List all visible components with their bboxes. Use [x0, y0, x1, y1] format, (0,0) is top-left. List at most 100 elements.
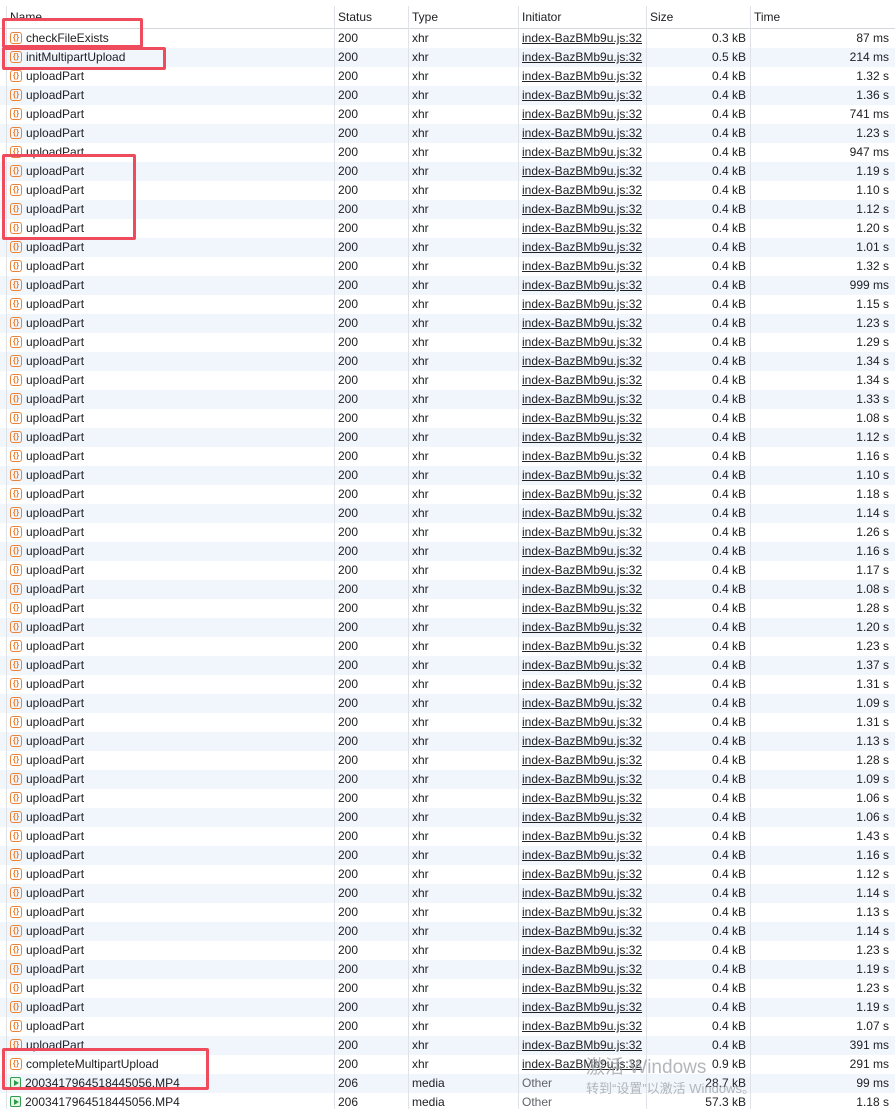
table-row[interactable]: {} uploadPart 200 xhr index-BazBMb9u.js:32 0.… [0, 219, 895, 238]
initiator-cell-text[interactable]: index-BazBMb9u.js:32 [522, 183, 642, 197]
initiator-cell[interactable]: index-BazBMb9u.js:32 [518, 827, 646, 846]
initiator-cell[interactable]: index-BazBMb9u.js:32 [518, 371, 646, 390]
initiator-cell-text[interactable]: index-BazBMb9u.js:32 [522, 145, 642, 159]
request-name-cell[interactable]: {} uploadPart [6, 580, 334, 599]
table-row[interactable]: {} uploadPart 200 xhr index-BazBMb9u.js:32 0.… [0, 998, 895, 1017]
request-name-cell[interactable]: {} uploadPart [6, 618, 334, 637]
initiator-cell[interactable]: index-BazBMb9u.js:32 [518, 561, 646, 580]
initiator-cell-text[interactable]: index-BazBMb9u.js:32 [522, 601, 642, 615]
table-row[interactable]: {} uploadPart 200 xhr index-BazBMb9u.js:32 0.… [0, 200, 895, 219]
initiator-cell[interactable]: index-BazBMb9u.js:32 [518, 846, 646, 865]
initiator-cell[interactable]: index-BazBMb9u.js:32 [518, 903, 646, 922]
initiator-cell-text[interactable]: index-BazBMb9u.js:32 [522, 430, 642, 444]
initiator-cell-text[interactable]: index-BazBMb9u.js:32 [522, 31, 642, 45]
request-name-cell[interactable]: {} uploadPart [6, 656, 334, 675]
request-name-cell[interactable]: {} uploadPart [6, 675, 334, 694]
initiator-cell[interactable]: index-BazBMb9u.js:32 [518, 1055, 646, 1074]
initiator-cell-text[interactable]: index-BazBMb9u.js:32 [522, 164, 642, 178]
table-row[interactable]: {} uploadPart 200 xhr index-BazBMb9u.js:32 0.… [0, 504, 895, 523]
initiator-cell[interactable]: index-BazBMb9u.js:32 [518, 1017, 646, 1036]
request-name-cell[interactable]: {} uploadPart [6, 485, 334, 504]
initiator-cell-text[interactable]: index-BazBMb9u.js:32 [522, 772, 642, 786]
initiator-cell-text[interactable]: index-BazBMb9u.js:32 [522, 753, 642, 767]
initiator-cell[interactable]: index-BazBMb9u.js:32 [518, 181, 646, 200]
table-row[interactable]: {} uploadPart 200 xhr index-BazBMb9u.js:32 0.… [0, 1036, 895, 1055]
initiator-cell-text[interactable]: index-BazBMb9u.js:32 [522, 449, 642, 463]
initiator-cell-text[interactable]: index-BazBMb9u.js:32 [522, 943, 642, 957]
table-row[interactable]: {} completeMultipartUpload 200 xhr index-Baz… [0, 1055, 895, 1074]
table-row[interactable]: {} uploadPart 200 xhr index-BazBMb9u.js:32 0.… [0, 276, 895, 295]
initiator-cell-text[interactable]: index-BazBMb9u.js:32 [522, 563, 642, 577]
table-row[interactable]: {} uploadPart 200 xhr index-BazBMb9u.js:32 0.… [0, 86, 895, 105]
initiator-cell[interactable]: index-BazBMb9u.js:32 [518, 409, 646, 428]
request-name-cell[interactable]: {} uploadPart [6, 86, 334, 105]
table-row[interactable]: {} uploadPart 200 xhr index-BazBMb9u.js:32 0.… [0, 865, 895, 884]
initiator-cell[interactable]: index-BazBMb9u.js:32 [518, 713, 646, 732]
request-name-cell[interactable]: 2003417964518445056.MP4 [6, 1074, 334, 1093]
request-name-cell[interactable]: {} uploadPart [6, 390, 334, 409]
initiator-cell-text[interactable]: index-BazBMb9u.js:32 [522, 962, 642, 976]
initiator-cell[interactable]: index-BazBMb9u.js:32 [518, 162, 646, 181]
request-name-cell[interactable]: {} uploadPart [6, 542, 334, 561]
request-name-cell[interactable]: {} uploadPart [6, 808, 334, 827]
column-header-time[interactable]: Time [750, 6, 895, 28]
initiator-cell[interactable]: index-BazBMb9u.js:32 [518, 998, 646, 1017]
table-row[interactable]: {} uploadPart 200 xhr index-BazBMb9u.js:32 0.… [0, 428, 895, 447]
initiator-cell-text[interactable]: index-BazBMb9u.js:32 [522, 468, 642, 482]
table-row[interactable]: {} uploadPart 200 xhr index-BazBMb9u.js:32 0.… [0, 656, 895, 675]
request-name-cell[interactable]: {} uploadPart [6, 979, 334, 998]
request-name-cell[interactable]: {} uploadPart [6, 941, 334, 960]
initiator-cell-text[interactable]: index-BazBMb9u.js:32 [522, 126, 642, 140]
initiator-cell-text[interactable]: index-BazBMb9u.js:32 [522, 810, 642, 824]
initiator-cell-text[interactable]: index-BazBMb9u.js:32 [522, 525, 642, 539]
initiator-cell[interactable]: index-BazBMb9u.js:32 [518, 523, 646, 542]
initiator-cell-text[interactable]: index-BazBMb9u.js:32 [522, 1038, 642, 1052]
request-name-cell[interactable]: {} uploadPart [6, 409, 334, 428]
request-name-cell[interactable]: {} uploadPart [6, 713, 334, 732]
table-row[interactable]: {} uploadPart 200 xhr index-BazBMb9u.js:32 0.… [0, 295, 895, 314]
initiator-cell-text[interactable]: index-BazBMb9u.js:32 [522, 1057, 642, 1071]
request-name-cell[interactable]: {} uploadPart [6, 789, 334, 808]
request-name-cell[interactable]: {} uploadPart [6, 447, 334, 466]
table-row[interactable]: {} uploadPart 200 xhr index-BazBMb9u.js:32 0.… [0, 314, 895, 333]
request-name-cell[interactable]: 2003417964518445056.MP4 [6, 1093, 334, 1112]
initiator-cell[interactable]: index-BazBMb9u.js:32 [518, 979, 646, 998]
initiator-cell[interactable]: index-BazBMb9u.js:32 [518, 314, 646, 333]
table-row[interactable]: {} uploadPart 200 xhr index-BazBMb9u.js:32 0.… [0, 694, 895, 713]
initiator-cell[interactable]: index-BazBMb9u.js:32 [518, 466, 646, 485]
initiator-cell[interactable]: index-BazBMb9u.js:32 [518, 485, 646, 504]
request-name-cell[interactable]: {} uploadPart [6, 637, 334, 656]
initiator-cell-text[interactable]: index-BazBMb9u.js:32 [522, 335, 642, 349]
request-name-cell[interactable]: {} uploadPart [6, 181, 334, 200]
initiator-cell[interactable]: index-BazBMb9u.js:32 [518, 865, 646, 884]
table-row[interactable]: {} uploadPart 200 xhr index-BazBMb9u.js:32 0.… [0, 523, 895, 542]
request-name-cell[interactable]: {} uploadPart [6, 884, 334, 903]
initiator-cell-text[interactable]: index-BazBMb9u.js:32 [522, 981, 642, 995]
initiator-cell[interactable]: index-BazBMb9u.js:32 [518, 238, 646, 257]
initiator-cell[interactable]: index-BazBMb9u.js:32 [518, 143, 646, 162]
initiator-cell-text[interactable]: index-BazBMb9u.js:32 [522, 411, 642, 425]
initiator-cell-text[interactable]: index-BazBMb9u.js:32 [522, 677, 642, 691]
table-row[interactable]: {} uploadPart 200 xhr index-BazBMb9u.js:32 0.… [0, 105, 895, 124]
initiator-cell[interactable]: index-BazBMb9u.js:32 [518, 276, 646, 295]
initiator-cell[interactable]: index-BazBMb9u.js:32 [518, 257, 646, 276]
initiator-cell-text[interactable]: index-BazBMb9u.js:32 [522, 259, 642, 273]
request-name-cell[interactable]: {} uploadPart [6, 200, 334, 219]
initiator-cell[interactable]: index-BazBMb9u.js:32 [518, 637, 646, 656]
initiator-cell-text[interactable]: index-BazBMb9u.js:32 [522, 240, 642, 254]
table-row[interactable]: {} uploadPart 200 xhr index-BazBMb9u.js:32 0.… [0, 67, 895, 86]
initiator-cell-text[interactable]: index-BazBMb9u.js:32 [522, 373, 642, 387]
column-header-type[interactable]: Type [408, 6, 518, 28]
column-header-status[interactable]: Status [334, 6, 408, 28]
table-row[interactable]: {} uploadPart 200 xhr index-BazBMb9u.js:32 0.… [0, 675, 895, 694]
table-row[interactable]: {} uploadPart 200 xhr index-BazBMb9u.js:32 0.… [0, 732, 895, 751]
request-name-cell[interactable]: {} uploadPart [6, 295, 334, 314]
initiator-cell-text[interactable]: index-BazBMb9u.js:32 [522, 696, 642, 710]
table-row[interactable]: {} uploadPart 200 xhr index-BazBMb9u.js:32 0.… [0, 257, 895, 276]
initiator-cell[interactable]: index-BazBMb9u.js:32 [518, 86, 646, 105]
request-name-cell[interactable]: {} uploadPart [6, 903, 334, 922]
request-name-cell[interactable]: {} uploadPart [6, 162, 334, 181]
initiator-cell-text[interactable]: index-BazBMb9u.js:32 [522, 639, 642, 653]
initiator-cell[interactable]: index-BazBMb9u.js:32 [518, 599, 646, 618]
request-name-cell[interactable]: {} uploadPart [6, 257, 334, 276]
